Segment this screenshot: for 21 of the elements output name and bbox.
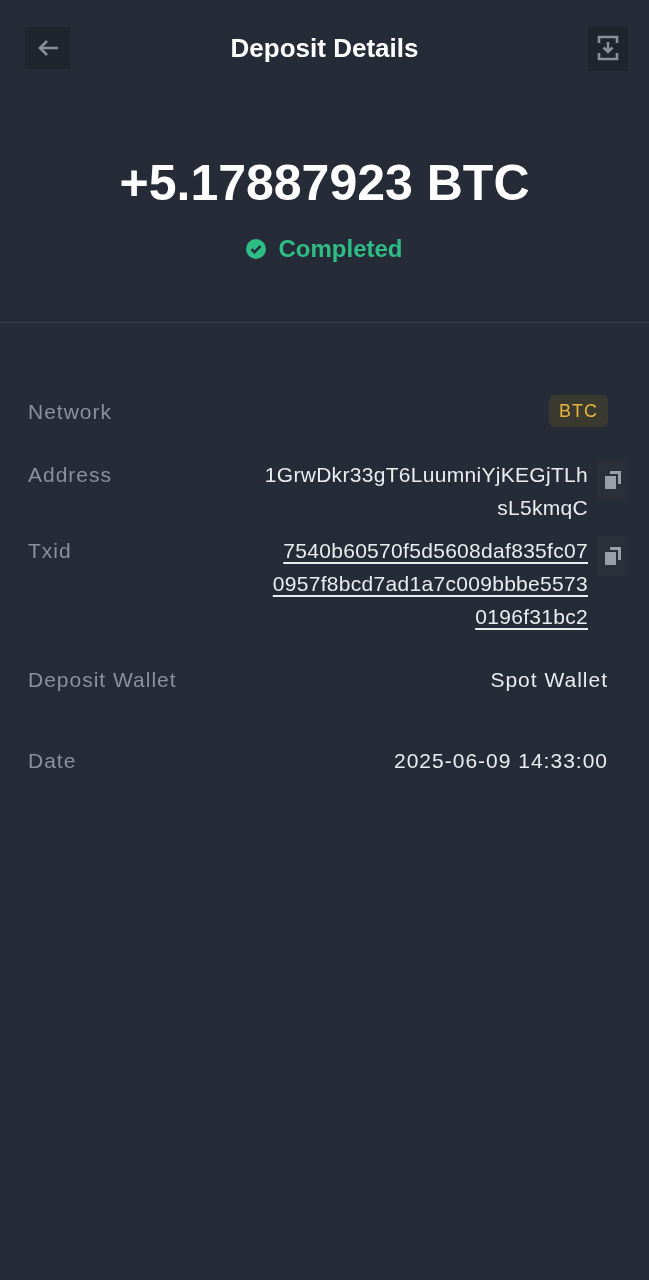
back-button[interactable] [25,27,70,69]
detail-label: Txid [28,538,72,564]
download-icon [597,35,619,61]
copy-icon [603,470,622,490]
copy-button[interactable] [598,536,627,576]
detail-label: Address [28,462,113,488]
back-arrow-icon [36,39,59,57]
network-badge: BTC [549,395,608,427]
detail-label: Date [28,748,77,774]
page-title: Deposit Details [230,31,419,65]
copy-icon [603,546,622,566]
copy-button[interactable] [598,460,627,500]
export-button[interactable] [588,25,628,71]
deposit-amount: +5.17887923 BTC [119,155,530,211]
transaction-id-link[interactable]: 7540b60570f5d5608daf835fc07 0957f8bcd7ad1a7c009bbbe5573 0196f31bc2 [272,534,588,633]
detail-label: Deposit Wallet [28,667,177,693]
detail-value: Spot Wallet [490,667,608,693]
status-label: Completed [278,234,403,264]
detail-value: 1GrwDkr33gT6LuumniYjKEGjTLh sL5kmqC [264,462,588,521]
detail-label: Network [28,399,113,425]
detail-value: 2025-06-09 14:33:00 [394,748,608,774]
